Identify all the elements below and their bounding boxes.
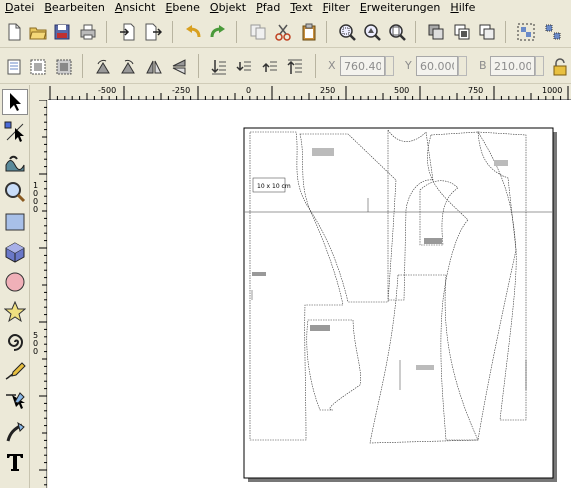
vruler-label: 500: [33, 331, 39, 356]
select-all-layers-icon[interactable]: [27, 56, 49, 78]
text-tool-icon[interactable]: [2, 449, 28, 475]
menu-datei[interactable]: Datei: [0, 1, 39, 15]
drawing-canvas[interactable]: 10 x 10 cm: [48, 100, 571, 488]
select-all-icon[interactable]: [3, 56, 25, 78]
menu-bearbeiten[interactable]: Bearbeiten: [39, 1, 109, 15]
commands-toolbar: [0, 16, 571, 48]
y-input[interactable]: [416, 56, 458, 76]
new-document-icon[interactable]: [3, 21, 25, 43]
menu-text[interactable]: Text: [285, 1, 317, 15]
lower-icon[interactable]: [233, 56, 255, 78]
test-square-label: 10 x 10 cm: [257, 183, 291, 190]
3d-box-tool-icon[interactable]: [2, 239, 28, 265]
flip-vertical-icon[interactable]: [168, 56, 190, 78]
marker-block: [424, 238, 442, 244]
paste-icon[interactable]: [298, 21, 320, 43]
x-input[interactable]: [340, 56, 385, 76]
lower-bottom-icon[interactable]: [208, 56, 230, 78]
b-label: B: [479, 59, 487, 72]
import-icon[interactable]: [117, 21, 139, 43]
menu-ansicht[interactable]: Ansicht: [110, 1, 161, 15]
rotate-cw-icon[interactable]: [117, 56, 139, 78]
marker-block: [494, 160, 508, 166]
vruler-label: 1000: [33, 181, 39, 214]
rotate-ccw-icon[interactable]: [92, 56, 114, 78]
y-spin[interactable]: [458, 56, 467, 76]
export-icon[interactable]: [142, 21, 164, 43]
copy-icon[interactable]: [247, 21, 269, 43]
lock-icon[interactable]: [549, 56, 571, 78]
x-spin[interactable]: [385, 56, 394, 76]
tweak-tool-icon[interactable]: [2, 149, 28, 175]
marker-block: [416, 365, 434, 370]
y-label: Y: [405, 59, 412, 72]
zoom-tool-icon[interactable]: [2, 179, 28, 205]
raise-icon[interactable]: [259, 56, 281, 78]
zoom-page-icon[interactable]: [386, 21, 408, 43]
selector-tool-icon[interactable]: [2, 89, 28, 115]
toolbox: [0, 85, 30, 488]
hruler-label: -250: [172, 86, 191, 95]
horizontal-ruler-ticks: [49, 86, 569, 100]
unlink-clone-icon[interactable]: [476, 21, 498, 43]
deselect-icon[interactable]: [53, 56, 75, 78]
node-tool-icon[interactable]: [2, 119, 28, 145]
hruler-label: 1000: [542, 86, 563, 95]
ungroup-icon[interactable]: [542, 21, 564, 43]
x-label: X: [328, 59, 336, 72]
menu-bar: Datei Bearbeiten Ansicht Ebene Objekt Pf…: [0, 0, 571, 16]
vertical-ruler-ticks: [39, 100, 47, 486]
open-icon[interactable]: [27, 21, 49, 43]
pencil-tool-icon[interactable]: [2, 359, 28, 385]
hruler-label: 250: [320, 86, 336, 95]
menu-filter[interactable]: Filter: [318, 1, 355, 15]
page-border: [243, 127, 554, 479]
menu-hilfe[interactable]: Hilfe: [445, 1, 480, 15]
menu-ebene[interactable]: Ebene: [160, 1, 204, 15]
cut-icon[interactable]: [272, 21, 294, 43]
marker-block: [312, 148, 334, 156]
undo-icon[interactable]: [182, 21, 204, 43]
zoom-selection-icon[interactable]: [336, 21, 358, 43]
flip-horizontal-icon[interactable]: [143, 56, 165, 78]
spiral-tool-icon[interactable]: [2, 329, 28, 355]
menu-erweiterungen[interactable]: Erweiterungen: [355, 1, 446, 15]
ellipse-tool-icon[interactable]: [2, 269, 28, 295]
clone-icon[interactable]: [451, 21, 473, 43]
tool-controls-toolbar: X Y B: [0, 48, 571, 84]
redo-icon[interactable]: [207, 21, 229, 43]
save-icon[interactable]: [51, 21, 73, 43]
marker-block: [310, 325, 330, 331]
duplicate-icon[interactable]: [425, 21, 447, 43]
hruler-label: -500: [98, 86, 117, 95]
star-tool-icon[interactable]: [2, 299, 28, 325]
group-icon[interactable]: [515, 21, 537, 43]
calligraphy-tool-icon[interactable]: [2, 419, 28, 445]
hruler-label: 500: [394, 86, 410, 95]
pen-tool-icon[interactable]: [2, 389, 28, 415]
drawing-svg: 10 x 10 cm: [243, 127, 557, 482]
marker-block: [252, 272, 266, 276]
print-icon[interactable]: [77, 21, 99, 43]
vertical-ruler[interactable]: 1000 500: [31, 100, 47, 488]
hruler-label: 750: [468, 86, 484, 95]
horizontal-ruler[interactable]: -500 -250 0 250 500 750 1000: [48, 86, 571, 100]
menu-objekt[interactable]: Objekt: [205, 1, 251, 15]
ruler-corner: [31, 86, 48, 100]
hruler-label: 0: [246, 86, 252, 95]
b-input[interactable]: [490, 56, 535, 76]
zoom-drawing-icon[interactable]: [361, 21, 383, 43]
raise-top-icon[interactable]: [284, 56, 306, 78]
rectangle-tool-icon[interactable]: [2, 209, 28, 235]
b-spin[interactable]: [535, 56, 544, 76]
menu-pfad[interactable]: Pfad: [251, 1, 285, 15]
